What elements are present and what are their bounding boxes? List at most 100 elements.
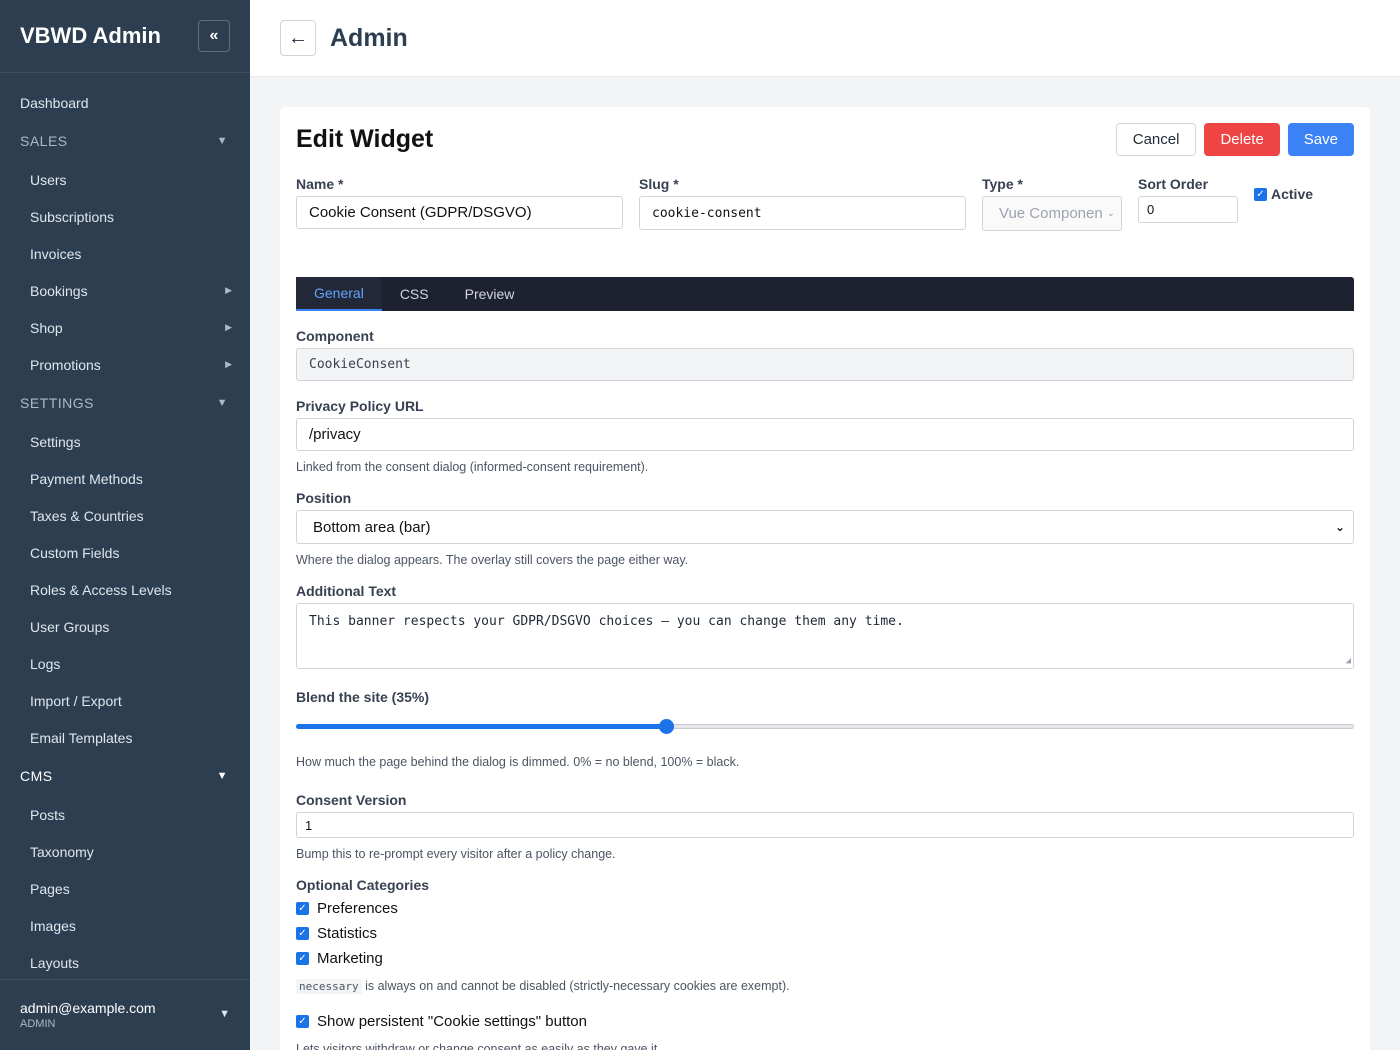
position-field: Position Bottom area (bar) ⌄ Where the d… — [296, 490, 1354, 567]
resize-grip-icon[interactable]: ◢ — [1346, 656, 1351, 666]
sidebar-item-roles[interactable]: Roles & Access Levels — [0, 571, 250, 608]
consent-version-input[interactable]: 1 — [296, 812, 1354, 838]
sidebar-item-logs[interactable]: Logs — [0, 645, 250, 682]
necessary-code: necessary — [296, 979, 362, 994]
sidebar-item-custom-fields[interactable]: Custom Fields — [0, 534, 250, 571]
user-info: admin@example.com ADMIN — [20, 1000, 156, 1050]
statistics-checkbox[interactable]: ✓ — [296, 927, 309, 940]
sidebar-item-payment-methods[interactable]: Payment Methods — [0, 460, 250, 497]
preferences-label: Preferences — [317, 900, 398, 917]
sidebar-item-label: Settings — [30, 433, 81, 450]
active-toggle[interactable]: ✓ Active — [1254, 176, 1313, 202]
consent-version-help: Bump this to re-prompt every visitor aft… — [296, 847, 616, 861]
sidebar-item-bookings[interactable]: Bookings ▶ — [0, 272, 250, 309]
sidebar-item-label: Import / Export — [30, 692, 122, 709]
sidebar-item-users[interactable]: Users — [0, 161, 250, 198]
caret-down-icon: ▼ — [216, 397, 228, 409]
optional-categories-label: Optional Categories — [296, 877, 430, 893]
necessary-help-text: is always on and cannot be disabled (str… — [365, 979, 790, 993]
sidebar-item-taxes-countries[interactable]: Taxes & Countries — [0, 497, 250, 534]
sidebar-section-cms[interactable]: CMS ▼ — [0, 756, 250, 796]
sidebar-item-label: Roles & Access Levels — [30, 581, 172, 598]
caret-down-icon: ▼ — [216, 770, 228, 782]
sidebar-group-sales: Users Subscriptions Invoices Bookings ▶ S… — [0, 161, 250, 383]
slider-thumb[interactable] — [659, 719, 675, 734]
persistent-button-toggle[interactable]: ✓ Show persistent "Cookie settings" butt… — [296, 1009, 1354, 1034]
sidebar-item-label: Layouts — [30, 954, 80, 971]
sidebar-item-dashboard[interactable]: Dashboard — [0, 84, 250, 121]
tab-general[interactable]: General — [296, 277, 382, 311]
marketing-label: Marketing — [317, 950, 383, 967]
sidebar-item-user-groups[interactable]: User Groups — [0, 608, 250, 645]
sidebar-nav: Dashboard SALES ▼ Users Subscriptions In… — [0, 84, 250, 981]
tab-css[interactable]: CSS — [382, 277, 447, 311]
consent-version-label: Consent Version — [296, 792, 407, 808]
sidebar-group-settings: Settings Payment Methods Taxes & Countri… — [0, 423, 250, 756]
privacy-url-label: Privacy Policy URL — [296, 398, 424, 414]
slug-input[interactable]: cookie-consent — [639, 196, 966, 230]
active-checkbox[interactable]: ✓ — [1254, 187, 1267, 201]
collapse-sidebar-button[interactable]: « — [198, 20, 230, 52]
user-menu[interactable]: admin@example.com ADMIN ▼ — [0, 979, 250, 1050]
persistent-button-label: Show persistent "Cookie settings" button — [317, 1013, 587, 1030]
optional-categories-field: Optional Categories ✓ Preferences ✓ Stat… — [296, 877, 1354, 994]
arrow-left-icon: ← — [288, 26, 308, 49]
sidebar-section-sales[interactable]: SALES ▼ — [0, 121, 250, 161]
sidebar-item-layouts[interactable]: Layouts — [0, 944, 250, 981]
sidebar-item-email-templates[interactable]: Email Templates — [0, 719, 250, 756]
chevron-right-icon: ▶ — [225, 322, 232, 332]
back-button[interactable]: ← — [280, 20, 316, 56]
sidebar-header: VBWD Admin « — [0, 0, 250, 73]
sidebar-title: VBWD Admin — [20, 23, 161, 48]
persistent-button-checkbox[interactable]: ✓ — [296, 1015, 309, 1028]
sidebar-item-label: Taxonomy — [30, 843, 94, 860]
slug-group: Slug * cookie-consent — [639, 176, 966, 236]
name-group: Name * Cookie Consent (GDPR/DSGVO) — [296, 176, 623, 236]
privacy-url-input[interactable]: /privacy — [296, 418, 1354, 451]
blend-label: Blend the site (35%) — [296, 689, 430, 705]
preferences-checkbox[interactable]: ✓ — [296, 902, 309, 915]
blend-slider[interactable] — [296, 719, 1354, 734]
sidebar-item-shop[interactable]: Shop ▶ — [0, 309, 250, 346]
category-marketing[interactable]: ✓ Marketing — [296, 946, 1354, 971]
chevron-down-icon: ⌄ — [1334, 520, 1345, 534]
position-select[interactable]: Bottom area (bar) ⌄ — [296, 510, 1354, 544]
sidebar-item-subscriptions[interactable]: Subscriptions — [0, 198, 250, 235]
sidebar-item-label: Invoices — [30, 245, 82, 262]
sidebar-item-settings[interactable]: Settings — [0, 423, 250, 460]
tab-preview[interactable]: Preview — [447, 277, 533, 311]
sidebar-item-import-export[interactable]: Import / Export — [0, 682, 250, 719]
additional-text-textarea[interactable]: This banner respects your GDPR/DSGVO cho… — [296, 603, 1354, 669]
sidebar-item-promotions[interactable]: Promotions ▶ — [0, 346, 250, 383]
name-input[interactable]: Cookie Consent (GDPR/DSGVO) — [296, 196, 623, 229]
marketing-checkbox[interactable]: ✓ — [296, 952, 309, 965]
sidebar-item-label: Users — [30, 171, 67, 188]
blend-field: Blend the site (35%) How much the page b… — [296, 689, 1354, 769]
sidebar-item-images[interactable]: Images — [0, 907, 250, 944]
consent-version-field: Consent Version 1 Bump this to re-prompt… — [296, 792, 1354, 861]
slug-label: Slug * — [639, 176, 679, 192]
sidebar-item-label: Payment Methods — [30, 470, 143, 487]
additional-text-value: This banner respects your GDPR/DSGVO cho… — [309, 614, 904, 629]
sidebar: VBWD Admin « Dashboard SALES ▼ Users Sub… — [0, 0, 250, 1050]
sidebar-item-posts[interactable]: Posts — [0, 796, 250, 833]
sidebar-item-invoices[interactable]: Invoices — [0, 235, 250, 272]
double-chevron-left-icon: « — [209, 27, 219, 44]
category-preferences[interactable]: ✓ Preferences — [296, 896, 1354, 921]
sidebar-item-pages[interactable]: Pages — [0, 870, 250, 907]
type-group: Type * Vue Componen ⌄ — [982, 176, 1122, 236]
save-button[interactable]: Save — [1287, 123, 1354, 156]
chevron-right-icon: ▶ — [225, 285, 232, 295]
sidebar-item-label: User Groups — [30, 618, 110, 635]
active-label: Active — [1271, 186, 1314, 202]
delete-button[interactable]: Delete — [1204, 123, 1280, 156]
sidebar-item-label: Pages — [30, 880, 70, 897]
cancel-button[interactable]: Cancel — [1115, 123, 1197, 156]
category-statistics[interactable]: ✓ Statistics — [296, 921, 1354, 946]
sidebar-section-label: CMS — [20, 768, 53, 784]
sidebar-item-label: Bookings — [30, 282, 88, 299]
type-select[interactable]: Vue Componen ⌄ — [982, 196, 1122, 231]
sort-order-input[interactable]: 0 — [1138, 196, 1238, 223]
sidebar-section-settings[interactable]: SETTINGS ▼ — [0, 383, 250, 423]
sidebar-item-taxonomy[interactable]: Taxonomy — [0, 833, 250, 870]
